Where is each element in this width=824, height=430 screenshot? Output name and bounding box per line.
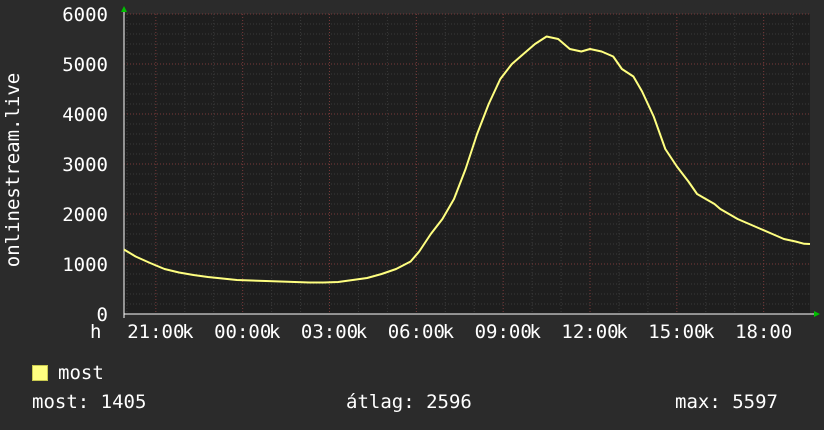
chart: 0100020003000400050006000onlinestream.li… [2, 4, 820, 343]
y-axis-arrow-icon [121, 6, 127, 12]
y-tick-label: 4000 [62, 104, 108, 126]
y-axis-title: onlinestream.live [2, 73, 24, 267]
x-tick-suffix: k [529, 321, 541, 343]
x-tick-label: 09:00 [475, 321, 532, 343]
x-unit-label: h [90, 321, 101, 343]
x-tick-suffix: k [356, 321, 368, 343]
stat-most: most: 1405 [32, 391, 147, 413]
y-tick-label: 3000 [62, 154, 108, 176]
legend-swatch [32, 365, 48, 381]
x-tick-label: 21:00 [127, 321, 184, 343]
x-tick-label: 12:00 [561, 321, 618, 343]
stat-average: átlag: 2596 [346, 391, 472, 413]
x-tick-suffix: k [703, 321, 715, 343]
x-tick-suffix: k [443, 321, 455, 343]
legend-label: most [58, 362, 104, 384]
y-tick-label: 5000 [62, 54, 108, 76]
x-tick-label: 18:00 [735, 321, 792, 343]
x-tick-label: 00:00 [214, 321, 271, 343]
legend: most [32, 362, 104, 384]
x-tick-label: 06:00 [388, 321, 445, 343]
x-tick-suffix: k [269, 321, 281, 343]
y-tick-label: 2000 [62, 204, 108, 226]
y-tick-label: 1000 [62, 254, 108, 276]
stat-max: max: 5597 [675, 391, 778, 413]
x-tick-suffix: k [182, 321, 194, 343]
chart-root: 0 1000 2000 3000 4000 5000 6000 onlinestream.li… [0, 0, 824, 430]
x-tick-label: 03:00 [301, 321, 358, 343]
x-tick-suffix: k [616, 321, 628, 343]
x-axis-arrow-icon [814, 311, 820, 317]
y-tick-label: 6000 [62, 4, 108, 26]
x-tick-label: 15:00 [648, 321, 705, 343]
